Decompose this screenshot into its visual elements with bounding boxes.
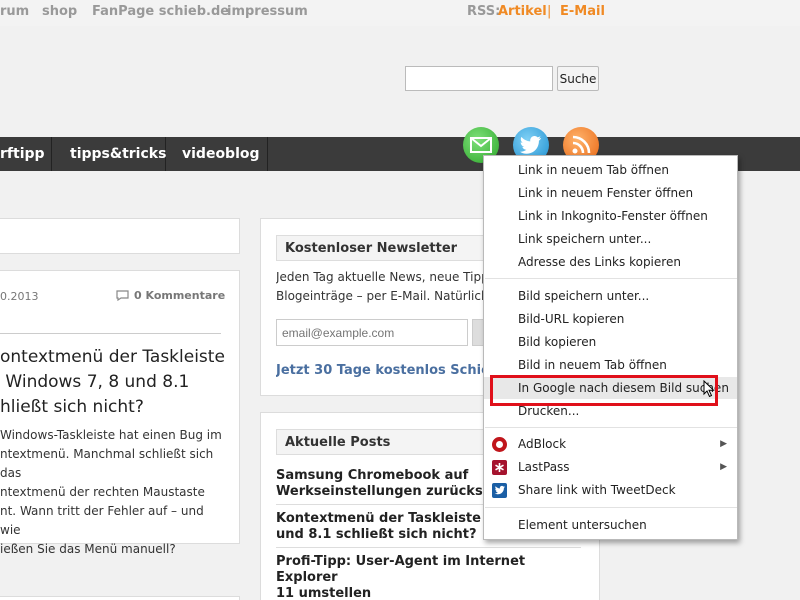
top-navigation: rum shop FanPage schieb.de impressum RSS… [0,0,800,26]
submenu-arrow-icon: ▶ [720,439,727,449]
menu-item-inspect-element[interactable]: Element untersuchen [484,514,737,536]
rss-label: RSS: [467,4,501,19]
tweetdeck-icon [492,483,507,498]
topnav-link-fanpage[interactable]: FanPage schieb.de [92,4,229,19]
article-title-line: hließt sich nicht? [0,397,144,417]
newsletter-text-line: Jeden Tag aktuelle News, neue Tipp [276,270,486,284]
post-divider [276,547,581,548]
article-date: 0.2013 [0,290,39,303]
menu-item-save-link[interactable]: Link speichern unter... [484,228,737,250]
newsletter-text-line: Blogeinträge – per E-Mail. Natürlich [276,289,486,303]
menu-item-label: LastPass [518,460,570,474]
lastpass-icon [492,460,507,475]
topnav-link-forum[interactable]: rum [0,4,29,19]
menu-item-lastpass[interactable]: LastPass ▶ [484,456,737,478]
menu-item-save-image[interactable]: Bild speichern unter... [484,285,737,307]
menu-separator [485,507,737,508]
highlight-annotation-box [490,375,718,406]
menu-item-share-tweetdeck[interactable]: Share link with TweetDeck [484,479,737,501]
comment-icon [116,290,129,301]
menu-item-label: AdBlock [518,437,567,451]
newsletter-text: Jeden Tag aktuelle News, neue Tipp Bloge… [276,268,486,306]
mouse-cursor-icon [703,380,715,398]
context-menu: Link in neuem Tab öffnen Link in neuem F… [483,155,738,540]
article-teaser-line: ießen Sie das Menü manuell? [0,542,176,556]
nav-item-surftipp[interactable]: rftipp [0,137,52,171]
menu-separator [485,427,737,428]
article-title-line: ontextmenü der Taskleiste [0,347,225,367]
rss-separator: | [547,4,552,19]
article-teaser-line: ntextmenü. Manchmal schließt sich das [0,447,214,480]
menu-item-open-link-incognito[interactable]: Link in Inkognito-Fenster öffnen [484,205,737,227]
search-button[interactable]: Suche [557,66,599,91]
submenu-arrow-icon: ▶ [720,462,727,472]
topnav-link-shop[interactable]: shop [42,4,77,19]
menu-item-copy-image[interactable]: Bild kopieren [484,331,737,353]
article-teaser: Windows-Taskleiste hat einen Bug im ntex… [0,426,225,559]
email-field[interactable] [276,319,468,346]
rss-link-email[interactable]: E-Mail [560,4,605,19]
article-teaser-line: Windows-Taskleiste hat einen Bug im [0,428,222,442]
post-link-line: Profi-Tipp: User-Agent im Internet Explo… [276,554,526,585]
search-input[interactable] [405,66,553,91]
menu-item-copy-link-address[interactable]: Adresse des Links kopieren [484,251,737,273]
comments-count: 0 Kommentare [134,289,226,302]
nav-item-videoblog[interactable]: videoblog [166,137,268,171]
menu-separator [485,278,737,279]
article-divider [0,333,221,334]
menu-item-adblock[interactable]: AdBlock ▶ [484,433,737,455]
left-top-panel [0,218,240,254]
menu-item-open-link-new-tab[interactable]: Link in neuem Tab öffnen [484,159,737,181]
post-link-line: 11 umstellen [276,586,372,600]
menu-item-label: Share link with TweetDeck [518,483,676,497]
menu-item-open-image-new-tab[interactable]: Bild in neuem Tab öffnen [484,354,737,376]
article-teaser-line: ntextmenü der rechten Maustaste [0,485,205,499]
left-bottom-panel [0,596,240,600]
comments-link[interactable]: 0 Kommentare [116,289,225,302]
adblock-icon [492,437,507,452]
menu-item-copy-image-url[interactable]: Bild-URL kopieren [484,308,737,330]
menu-item-open-link-new-window[interactable]: Link in neuem Fenster öffnen [484,182,737,204]
nav-item-tipps-tricks[interactable]: tipps&tricks [52,137,166,171]
rss-link-artikel[interactable]: Artikel [498,4,547,19]
article-title-line: Windows 7, 8 und 8.1 [0,372,190,392]
newsletter-cta-link[interactable]: Jetzt 30 Tage kostenlos Schieb [276,363,486,378]
article-title[interactable]: ontextmenü der Taskleiste Windows 7, 8 u… [0,345,225,420]
topnav-link-impressum[interactable]: impressum [227,4,308,19]
article-teaser-line: nt. Wann tritt der Fehler auf – und wie [0,504,204,537]
post-link[interactable]: Profi-Tipp: User-Agent im Internet Explo… [276,554,581,600]
